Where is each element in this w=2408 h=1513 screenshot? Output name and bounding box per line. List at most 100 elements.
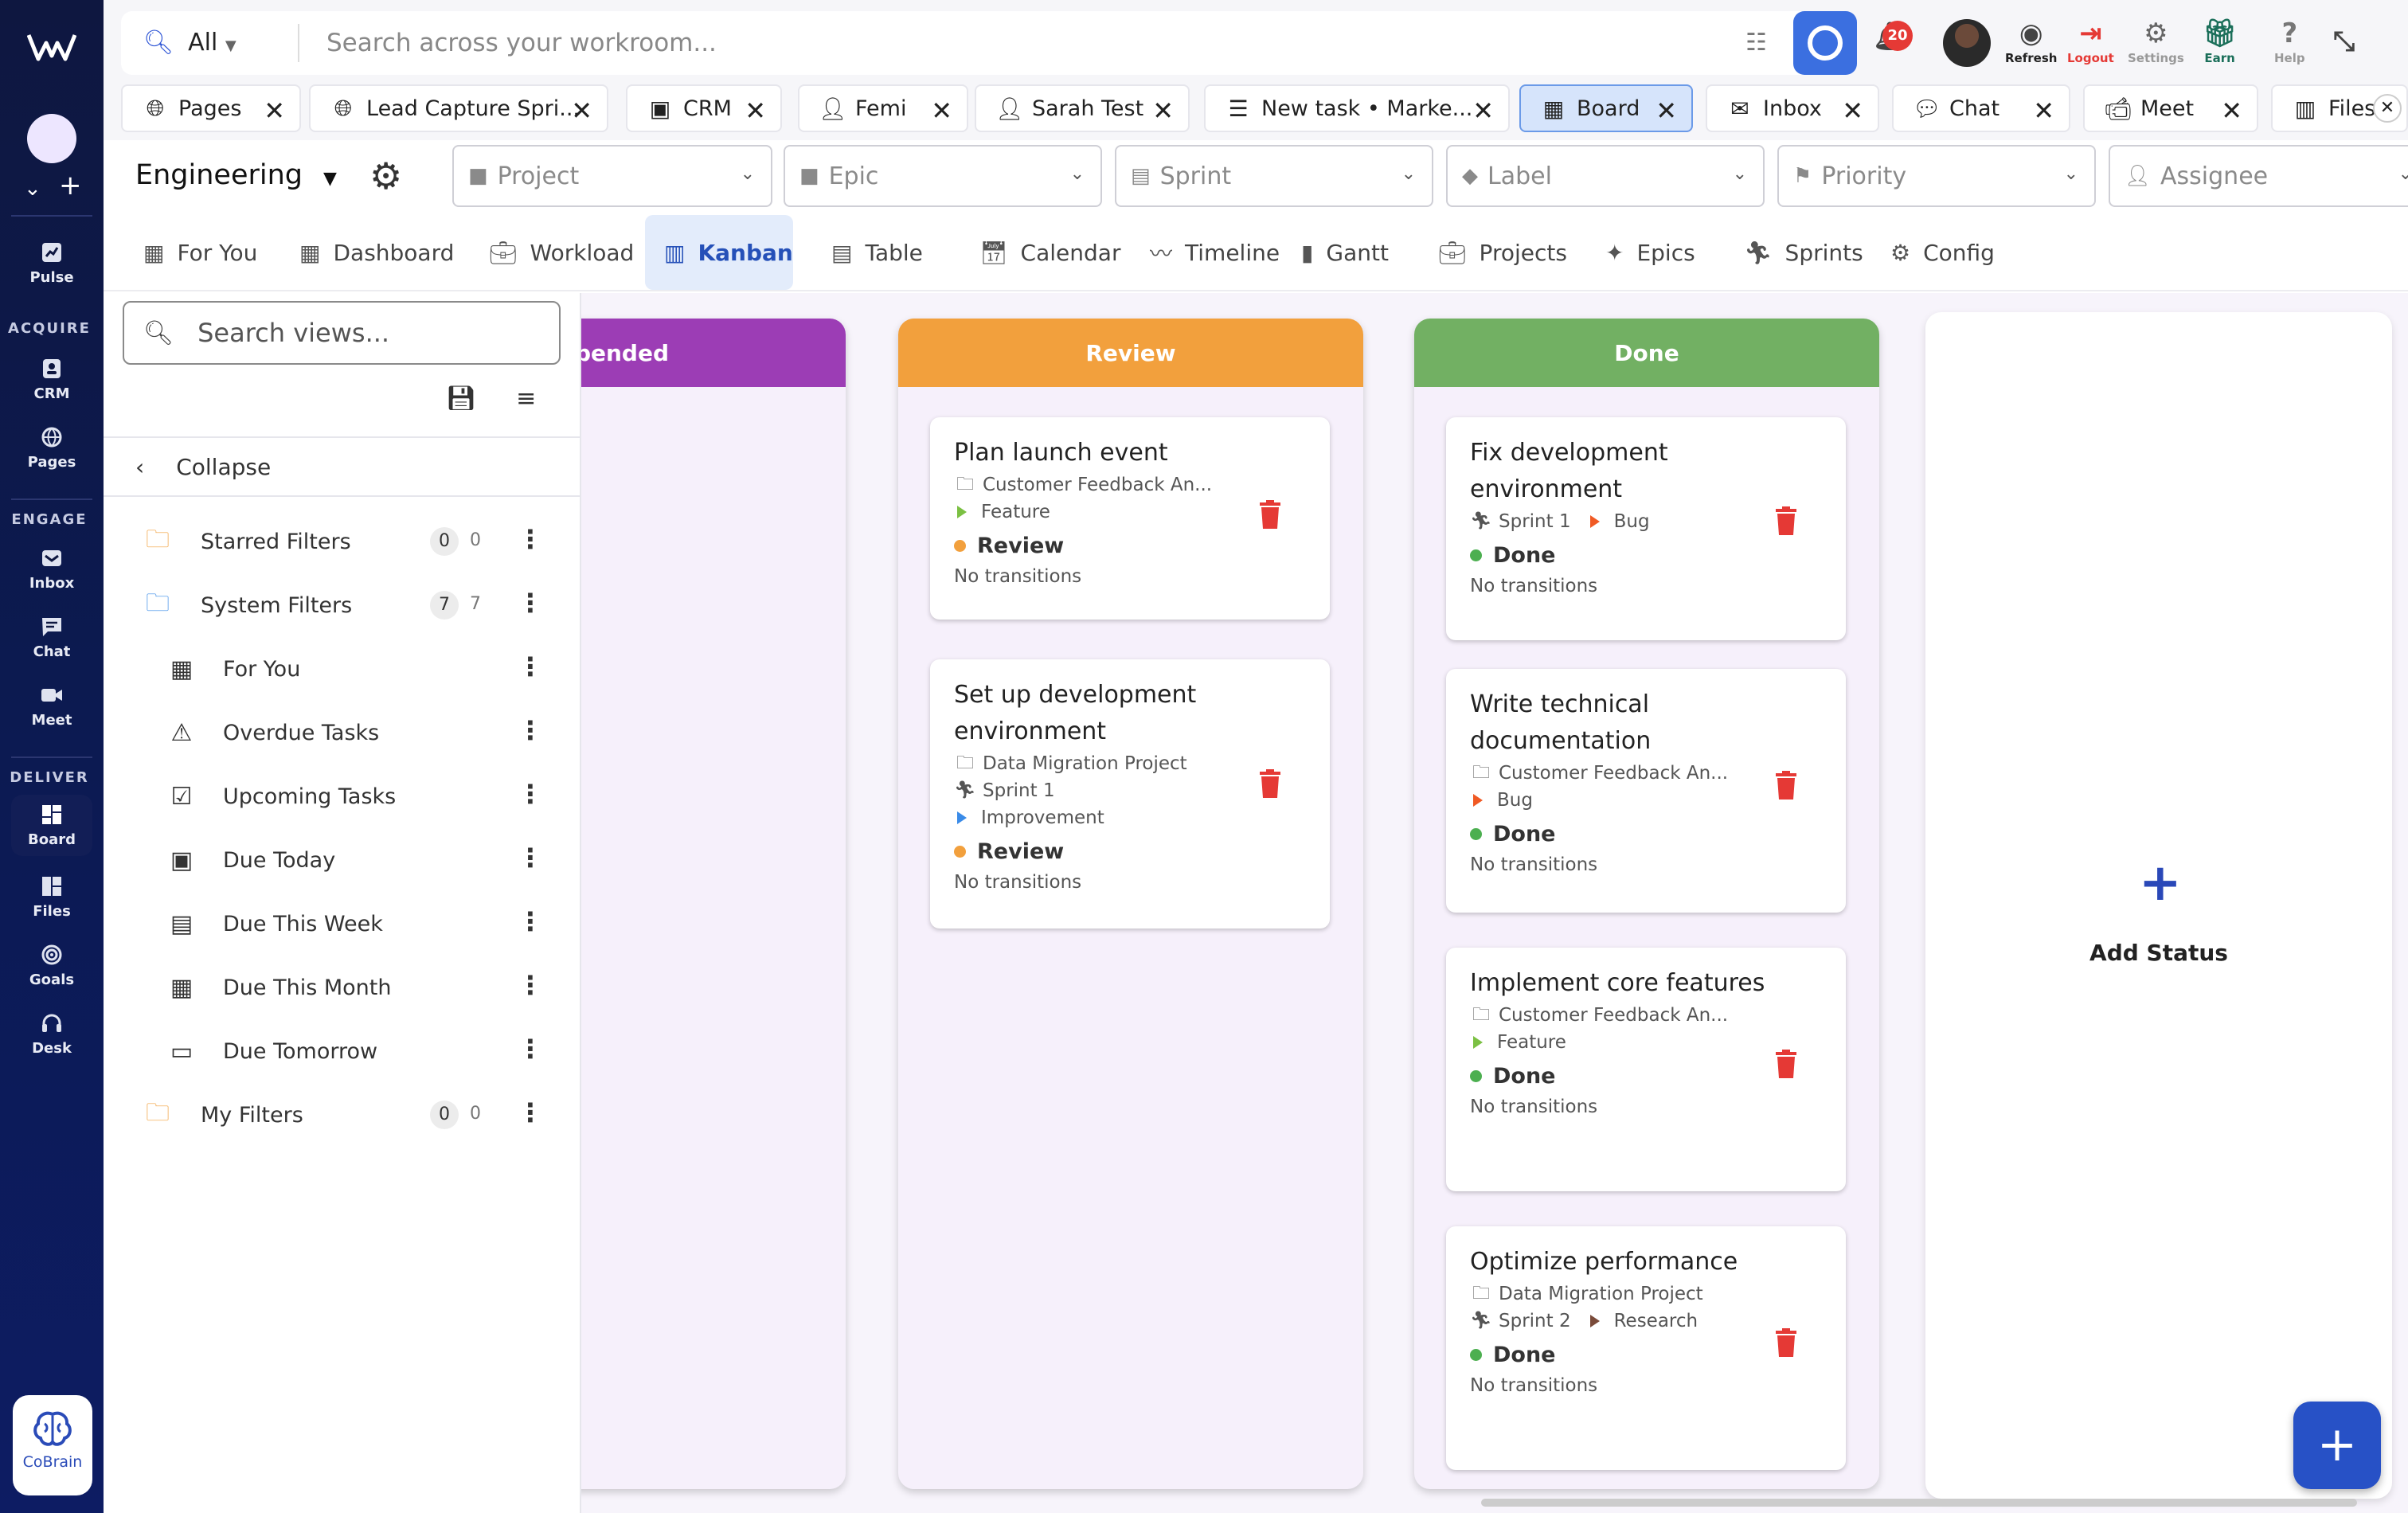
sort-icon[interactable]: ≡ bbox=[516, 385, 536, 412]
filter-item-due-tomorrow[interactable]: ▭ Due Tomorrow ⋮ bbox=[104, 1019, 581, 1083]
search-scope-select[interactable]: 🔍︎ All ▼ bbox=[143, 29, 236, 57]
add-status-column[interactable]: + Add Status bbox=[1925, 312, 2392, 1499]
app-logo[interactable] bbox=[27, 32, 76, 64]
horizontal-scrollbar[interactable] bbox=[1481, 1499, 2357, 1507]
tab-inbox[interactable]: ✉ Inbox ✕ bbox=[1706, 84, 1879, 132]
more-vert-icon[interactable]: ⋮ bbox=[518, 970, 543, 1000]
delete-icon[interactable] bbox=[1774, 506, 1798, 535]
tab-meet[interactable]: 📹︎ Meet ✕ bbox=[2083, 84, 2258, 132]
filter-item-for-you[interactable]: ▦ For You ⋮ bbox=[104, 637, 581, 701]
rail-item-goals[interactable]: Goals bbox=[0, 943, 104, 988]
more-vert-icon[interactable]: ⋮ bbox=[518, 651, 543, 682]
refresh-button[interactable]: ◉ Refresh bbox=[2005, 19, 2057, 65]
tab-files[interactable]: ▥ Files ✕ bbox=[2271, 84, 2408, 132]
filter-item-upcoming[interactable]: ☑ Upcoming Tasks ⋮ bbox=[104, 764, 581, 828]
rail-item-board[interactable]: Board bbox=[11, 795, 92, 856]
task-card[interactable]: Plan launch event 🗀 Customer Feedback An.… bbox=[930, 417, 1330, 620]
priority-filter-select[interactable]: ⚑ Priority ⌄ bbox=[1777, 145, 2096, 207]
delete-icon[interactable] bbox=[1774, 1050, 1798, 1078]
assignee-filter-select[interactable]: 👤︎ Assignee ⌄ bbox=[2109, 145, 2408, 207]
delete-icon[interactable] bbox=[1774, 1328, 1798, 1357]
tab-crm[interactable]: ▣ CRM ✕ bbox=[626, 84, 782, 132]
save-icon[interactable]: 💾︎ bbox=[446, 385, 476, 412]
rail-item-pages[interactable]: Pages bbox=[0, 425, 104, 471]
chevron-down-icon[interactable]: ⌄ bbox=[24, 177, 41, 201]
delete-icon[interactable] bbox=[1258, 769, 1282, 798]
my-filters-folder[interactable]: 🗀 My Filters 0 0 ⋮ bbox=[104, 1083, 581, 1147]
tab-calendar[interactable]: 📅︎ Calendar bbox=[960, 215, 1140, 290]
more-vert-icon[interactable]: ⋮ bbox=[518, 715, 543, 745]
close-icon[interactable]: ✕ bbox=[1472, 96, 1494, 126]
close-icon[interactable]: ✕ bbox=[745, 96, 766, 126]
rail-item-crm[interactable]: CRM bbox=[0, 357, 104, 402]
tab-board[interactable]: ▦ Board ✕ bbox=[1519, 84, 1693, 132]
add-workspace-icon[interactable]: + bbox=[59, 172, 82, 199]
collapse-button[interactable]: ‹ Collapse bbox=[104, 436, 581, 497]
rail-item-desk[interactable]: Desk bbox=[0, 1011, 104, 1057]
column-header[interactable]: spended bbox=[581, 319, 846, 387]
starred-filters-folder[interactable]: 🗀 Starred Filters 0 0 ⋮ bbox=[104, 510, 581, 573]
filter-item-due-today[interactable]: ▣ Due Today ⋮ bbox=[104, 828, 581, 892]
more-vert-icon[interactable]: ⋮ bbox=[518, 843, 543, 873]
task-card[interactable]: Implement core features 🗀 Customer Feedba… bbox=[1446, 948, 1846, 1191]
more-vert-icon[interactable]: ⋮ bbox=[518, 1097, 543, 1128]
close-all-tabs-icon[interactable]: ✕ bbox=[2373, 94, 2402, 123]
tab-for-you[interactable]: ▦ For You bbox=[124, 215, 276, 290]
column-header[interactable]: Review bbox=[898, 319, 1363, 387]
tab-sprints[interactable]: 🏃︎ Sprints bbox=[1725, 215, 1882, 290]
logout-button[interactable]: ⇥ Logout bbox=[2067, 19, 2114, 65]
rail-item-files[interactable]: Files bbox=[0, 874, 104, 920]
tab-femi[interactable]: 👤︎ Femi ✕ bbox=[798, 84, 968, 132]
close-icon[interactable]: ✕ bbox=[931, 96, 952, 126]
workspace-avatar[interactable] bbox=[27, 114, 76, 163]
system-filters-folder[interactable]: 🗀 System Filters 7 7 ⋮ bbox=[104, 573, 581, 637]
filter-item-overdue[interactable]: ⚠ Overdue Tasks ⋮ bbox=[104, 701, 581, 764]
more-vert-icon[interactable]: ⋮ bbox=[518, 1034, 543, 1064]
rail-item-pulse[interactable]: Pulse bbox=[0, 240, 104, 286]
tab-gantt[interactable]: ▮ Gantt bbox=[1282, 215, 1408, 290]
close-icon[interactable]: ✕ bbox=[2221, 96, 2242, 126]
epic-filter-select[interactable]: ■ Epic ⌄ bbox=[784, 145, 1102, 207]
tab-projects[interactable]: 💼︎ Projects bbox=[1419, 215, 1586, 290]
more-vert-icon[interactable]: ⋮ bbox=[518, 779, 543, 809]
column-header[interactable]: Done bbox=[1414, 319, 1879, 387]
settings-button[interactable]: ⚙ Settings bbox=[2128, 19, 2184, 65]
tab-workload[interactable]: 💼︎ Workload bbox=[470, 215, 653, 290]
user-avatar[interactable] bbox=[1943, 19, 1991, 67]
tab-kanban[interactable]: ▥ Kanban bbox=[645, 215, 793, 290]
tab-lead-capture[interactable]: 🌐︎ Lead Capture Spri... ✕ bbox=[309, 84, 608, 132]
tab-timeline[interactable]: 〰 Timeline bbox=[1131, 215, 1299, 290]
tab-epics[interactable]: ✦ Epics bbox=[1586, 215, 1714, 290]
search-submit-button[interactable] bbox=[1793, 11, 1857, 75]
close-icon[interactable]: ✕ bbox=[1842, 96, 1863, 126]
tune-icon[interactable]: ☷ bbox=[1745, 29, 1767, 57]
sprint-filter-select[interactable]: ▤ Sprint ⌄ bbox=[1115, 145, 1433, 207]
close-icon[interactable]: ✕ bbox=[1152, 96, 1174, 126]
delete-icon[interactable] bbox=[1774, 771, 1798, 800]
workspace-select[interactable]: Engineering ▼ bbox=[135, 159, 337, 191]
filter-item-due-week[interactable]: ▤ Due This Week ⋮ bbox=[104, 892, 581, 956]
cobrain-button[interactable]: CoBrain bbox=[13, 1395, 92, 1495]
tab-sarah-test[interactable]: 👤︎ Sarah Test ✕ bbox=[975, 84, 1190, 132]
tab-pages[interactable]: 🌐︎ Pages ✕ bbox=[121, 84, 301, 132]
more-vert-icon[interactable]: ⋮ bbox=[518, 588, 543, 618]
global-search[interactable]: 🔍︎ All ▼ Search across your workroom... ☷ bbox=[121, 11, 1857, 75]
tab-table[interactable]: ▤ Table bbox=[812, 215, 942, 290]
close-icon[interactable]: ✕ bbox=[571, 96, 592, 126]
workspace-settings-gear-icon[interactable]: ⚙ bbox=[369, 154, 402, 197]
more-vert-icon[interactable]: ⋮ bbox=[518, 906, 543, 936]
tab-dashboard[interactable]: ▦ Dashboard bbox=[280, 215, 473, 290]
task-card[interactable]: Optimize performance 🗀 Data Migration Pro… bbox=[1446, 1226, 1846, 1470]
add-task-fab[interactable]: + bbox=[2293, 1402, 2381, 1489]
rail-item-inbox[interactable]: Inbox bbox=[0, 546, 104, 592]
task-card[interactable]: Write technical documentation 🗀 Customer … bbox=[1446, 669, 1846, 913]
minimize-button[interactable]: ⤡ bbox=[2333, 27, 2355, 59]
close-icon[interactable]: ✕ bbox=[2033, 96, 2054, 126]
views-search-input[interactable]: 🔍︎ Search views... bbox=[123, 301, 561, 365]
delete-icon[interactable] bbox=[1258, 500, 1282, 529]
tab-new-task[interactable]: ☰ New task • Marke... ✕ bbox=[1204, 84, 1510, 132]
close-icon[interactable]: ✕ bbox=[1656, 96, 1677, 126]
tab-chat[interactable]: 💬︎ Chat ✕ bbox=[1892, 84, 2070, 132]
rail-item-chat[interactable]: Chat bbox=[0, 615, 104, 660]
more-vert-icon[interactable]: ⋮ bbox=[518, 524, 543, 554]
